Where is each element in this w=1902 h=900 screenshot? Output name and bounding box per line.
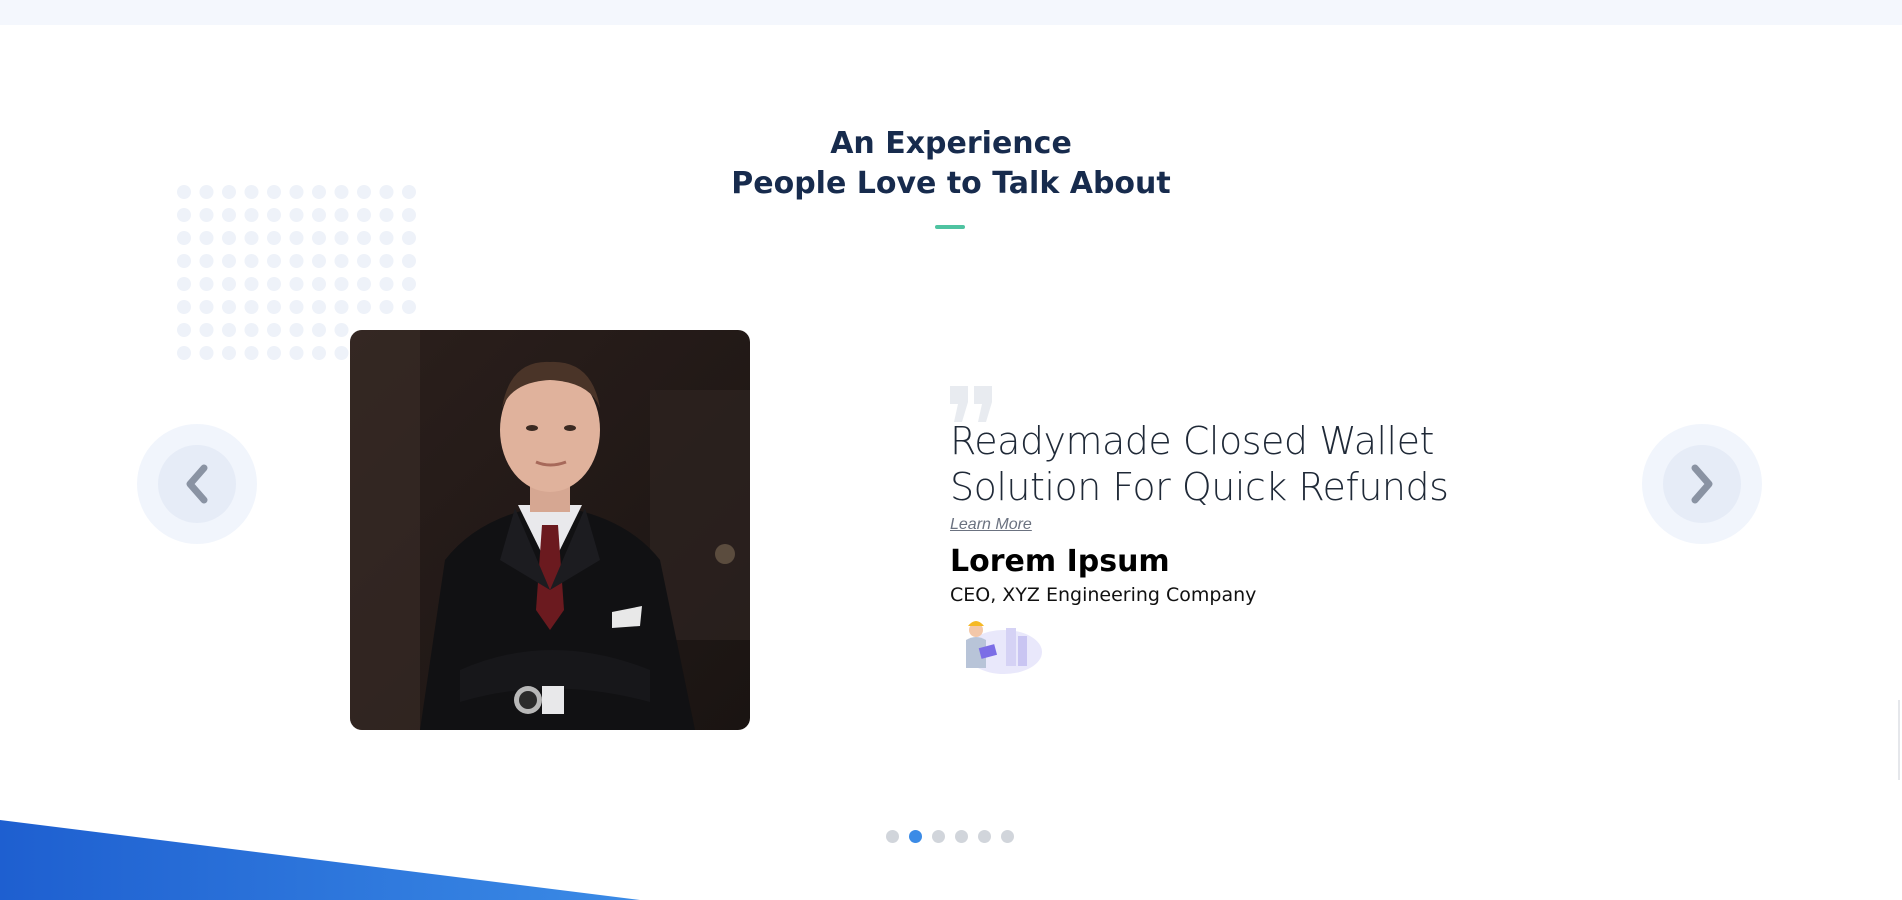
carousel-dot[interactable]	[978, 830, 991, 843]
testimonial-role: CEO, XYZ Engineering Company	[950, 584, 1257, 606]
bottom-wave-decoration	[0, 820, 640, 900]
chevron-left-icon	[186, 464, 208, 504]
carousel-prev-button[interactable]	[137, 424, 257, 544]
company-logo-icon	[966, 621, 1042, 674]
testimonial-photo	[350, 330, 750, 730]
carousel-next-button[interactable]	[1642, 424, 1762, 544]
learn-more-link[interactable]: Learn More	[950, 516, 1032, 534]
heading-line-1: An Experience	[830, 126, 1072, 161]
testimonial-title: Readymade Closed Wallet Solution For Qui…	[950, 419, 1449, 509]
carousel-dot[interactable]	[932, 830, 945, 843]
quote-icon	[950, 386, 992, 422]
top-band	[0, 0, 1902, 25]
heading-underline	[935, 225, 965, 229]
scrollbar-track[interactable]	[1898, 700, 1900, 780]
testimonial-name: Lorem Ipsum	[950, 544, 1170, 579]
carousel-dot[interactable]	[955, 830, 968, 843]
carousel-dot[interactable]	[1001, 830, 1014, 843]
chevron-right-icon	[1691, 464, 1713, 504]
carousel-pagination	[886, 830, 1014, 843]
carousel-dot[interactable]	[909, 830, 922, 843]
carousel-dot[interactable]	[886, 830, 899, 843]
